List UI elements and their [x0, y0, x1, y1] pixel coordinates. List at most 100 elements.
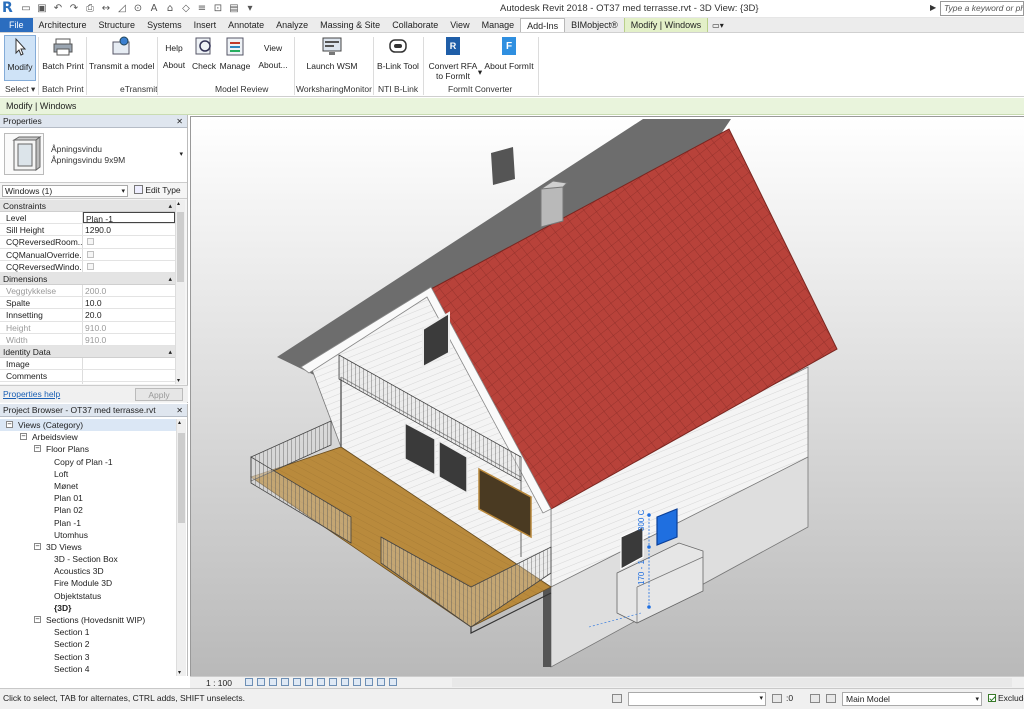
worksets-icon[interactable]: [612, 694, 622, 703]
sun-path-icon[interactable]: [269, 678, 277, 686]
scroll-down-icon[interactable]: ▾: [177, 377, 180, 384]
help-button[interactable]: Help: [161, 43, 187, 53]
dimension-icon[interactable]: ◿: [116, 3, 128, 15]
browser-node[interactable]: Utomhus: [0, 529, 176, 541]
redo-icon[interactable]: ↷: [68, 3, 80, 15]
browser-node[interactable]: Plan 02: [0, 504, 176, 516]
browser-node[interactable]: − Floor Plans: [0, 443, 176, 455]
revit-logo[interactable]: R: [2, 1, 16, 16]
apply-button[interactable]: Apply: [135, 388, 183, 401]
property-value[interactable]: [83, 249, 175, 260]
property-value[interactable]: 1290.0: [83, 224, 175, 235]
convert-dropdown-icon[interactable]: ▾: [476, 67, 484, 78]
browser-node[interactable]: − Views (Category): [0, 419, 176, 432]
browser-node[interactable]: Acoustics 3D: [0, 565, 176, 577]
design-options-icon[interactable]: [810, 694, 820, 703]
checkbox-icon[interactable]: [87, 250, 94, 258]
browser-node[interactable]: Section 1: [0, 626, 176, 638]
browser-node[interactable]: Copy of Plan -1: [0, 456, 176, 468]
collapse-toggle-icon[interactable]: −: [20, 433, 27, 441]
thin-lines-icon[interactable]: ≡: [196, 3, 208, 15]
browser-node[interactable]: Objektstatus: [0, 590, 176, 602]
browser-node[interactable]: {3D}: [0, 602, 176, 614]
shadows-icon[interactable]: [281, 678, 289, 686]
save-icon[interactable]: ▣: [36, 3, 48, 15]
tab-analyze[interactable]: Analyze: [270, 18, 314, 32]
collapse-toggle-icon[interactable]: −: [34, 542, 41, 550]
browser-node[interactable]: − Sections (Hovedsnitt WIP): [0, 614, 176, 626]
active-workset-select[interactable]: ▾: [628, 692, 766, 706]
scroll-down-icon[interactable]: ▾: [178, 669, 181, 676]
collapse-toggle-icon[interactable]: −: [34, 445, 41, 453]
close-hidden-icon[interactable]: ⊡: [212, 3, 224, 15]
scroll-up-icon[interactable]: ▴: [178, 419, 181, 426]
detail-level-icon[interactable]: [245, 678, 253, 686]
blink-tool-button[interactable]: B-Link Tool: [376, 35, 420, 71]
close-icon[interactable]: ✕: [176, 404, 183, 417]
reveal-hidden-icon[interactable]: [353, 678, 361, 686]
switch-windows-icon[interactable]: ▤: [228, 3, 240, 15]
browser-node[interactable]: Fire Module 3D: [0, 577, 176, 589]
properties-scrollbar[interactable]: ▴ ▾: [175, 200, 185, 384]
dimension-grip[interactable]: [647, 513, 651, 517]
property-value[interactable]: 3: [83, 382, 175, 384]
scroll-thumb[interactable]: [177, 212, 184, 282]
view-scale[interactable]: 1 : 100: [206, 678, 232, 688]
scroll-thumb[interactable]: [178, 433, 185, 523]
expand-arrow-icon[interactable]: ▶: [930, 3, 936, 12]
dimension-label-bottom[interactable]: 170 - 1: [637, 560, 646, 585]
view-button[interactable]: View: [256, 43, 290, 53]
visual-style-icon[interactable]: [257, 678, 265, 686]
filter-icon[interactable]: [826, 694, 836, 703]
browser-node[interactable]: Plan -1: [0, 517, 176, 529]
collapse-toggle-icon[interactable]: −: [34, 616, 41, 623]
property-value[interactable]: [83, 370, 175, 381]
browser-node[interactable]: 3D - Section Box: [0, 553, 176, 565]
search-input[interactable]: Type a keyword or phrase: [940, 1, 1024, 16]
type-selector[interactable]: Åpningsvindu Åpningsvindu 9x9M ▾: [0, 128, 187, 183]
panel-select-label[interactable]: Select ▾: [5, 84, 35, 95]
scroll-up-icon[interactable]: ▴: [177, 200, 180, 207]
tab-systems[interactable]: Systems: [141, 18, 188, 32]
about-formit-button[interactable]: F About FormIt: [484, 35, 534, 71]
3d-viewport[interactable]: 300 C 170 - 1: [190, 116, 1024, 676]
highlight-displacement-icon[interactable]: [377, 678, 385, 686]
collapse-icon[interactable]: ▴: [168, 346, 172, 358]
browser-node[interactable]: Section 4: [0, 663, 176, 675]
edit-type-button[interactable]: Edit Type: [134, 185, 181, 195]
tab-massing-site[interactable]: Massing & Site: [314, 18, 386, 32]
modify-button[interactable]: Modify: [4, 35, 36, 81]
batch-print-button[interactable]: Batch Print: [42, 35, 84, 71]
browser-node[interactable]: Section 3: [0, 651, 176, 663]
checkbox-icon[interactable]: [87, 238, 94, 246]
exclude-options-checkbox[interactable]: Exclude: [988, 693, 1024, 703]
reveal-constraints-icon[interactable]: [389, 678, 397, 686]
property-group-header[interactable]: Identity Data ▴: [0, 345, 175, 358]
property-value[interactable]: 10.0: [83, 297, 175, 308]
property-value[interactable]: [83, 358, 175, 369]
tab-bimobject[interactable]: BIMobject®: [565, 18, 624, 32]
house-model-drawing[interactable]: 300 C 170 - 1: [191, 117, 1024, 676]
crop-view-icon[interactable]: [305, 678, 313, 686]
customize-qat-icon[interactable]: ▾: [244, 3, 256, 15]
tab-add-ins[interactable]: Add-Ins: [520, 18, 566, 32]
text-icon[interactable]: A: [148, 3, 160, 15]
tag-icon[interactable]: ⊙: [132, 3, 144, 15]
tab-insert[interactable]: Insert: [188, 18, 223, 32]
checkbox-icon[interactable]: [87, 262, 94, 270]
tab-annotate[interactable]: Annotate: [222, 18, 270, 32]
collapse-icon[interactable]: ▴: [168, 200, 172, 212]
manage-button[interactable]: Manage: [219, 35, 251, 71]
convert-rfa-button[interactable]: R Convert RFA to FormIt: [428, 35, 478, 81]
browser-node[interactable]: −3D Views: [0, 541, 176, 553]
browser-node[interactable]: Loft: [0, 468, 176, 480]
dimension-grip[interactable]: [647, 605, 651, 609]
property-value[interactable]: Plan -1: [83, 212, 175, 224]
temporary-hide-icon[interactable]: [341, 678, 349, 686]
horizontal-scrollbar[interactable]: [452, 678, 1012, 687]
chevron-down-icon[interactable]: ▾: [179, 150, 183, 158]
transmit-model-button[interactable]: Transmit a model: [89, 35, 154, 71]
property-value[interactable]: 20.0: [83, 309, 175, 320]
collapse-toggle-icon[interactable]: −: [6, 421, 13, 428]
section-icon[interactable]: ◇: [180, 3, 192, 15]
